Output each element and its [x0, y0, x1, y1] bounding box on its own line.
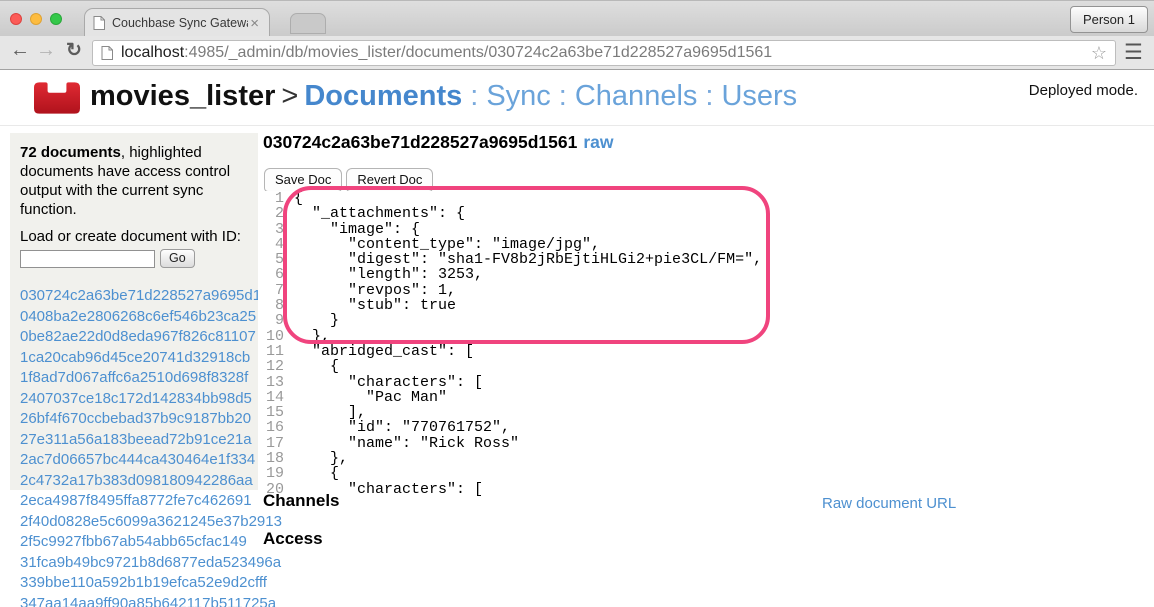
documents-summary: 72 documents, highlighted documents have…: [20, 143, 248, 219]
nav-separator: :: [551, 80, 575, 112]
browser-window: Couchbase Sync Gateway × Person 1 ← → ↻ …: [0, 0, 1154, 607]
forward-icon: →: [34, 39, 58, 62]
profile-button[interactable]: Person 1: [1070, 6, 1148, 33]
document-link[interactable]: 2f5c9927fbb67ab54abb65cfac149: [20, 532, 258, 553]
menu-icon[interactable]: ☰: [1124, 40, 1143, 65]
browser-tab[interactable]: Couchbase Sync Gateway ×: [84, 8, 270, 37]
tab-close-icon[interactable]: ×: [248, 16, 261, 31]
document-link[interactable]: 1ca20cab96d45ce20741d32918cb: [20, 348, 258, 369]
tab-documents[interactable]: Documents: [304, 80, 462, 112]
access-heading: Access: [263, 529, 323, 549]
document-link[interactable]: 31fca9b49bc9721b8d6877eda523496a: [20, 553, 258, 574]
tab-title: Couchbase Sync Gateway: [112, 16, 248, 30]
tab-channels[interactable]: Channels: [575, 80, 698, 112]
raw-link[interactable]: raw: [583, 132, 613, 152]
go-button[interactable]: Go: [160, 249, 195, 268]
document-link[interactable]: 27e311a56a183beead72b91ce21a: [20, 430, 258, 451]
deploy-mode-label: Deployed mode.: [1029, 82, 1138, 99]
sidebar: 72 documents, highlighted documents have…: [10, 133, 258, 490]
channels-heading: Channels: [263, 491, 340, 511]
document-link[interactable]: 1f8ad7d067affc6a2510d698f8328f: [20, 368, 258, 389]
page-title: 030724c2a63be71d228527a9695d1561 raw: [263, 132, 613, 153]
revert-doc-button[interactable]: Revert Doc: [346, 168, 433, 192]
app-header: movies_lister>Documents:Sync:Channels:Us…: [0, 71, 1154, 126]
document-list: 030724c2a63be71d228527a9695d15610408ba2e…: [20, 286, 258, 607]
document-link[interactable]: 0be82ae22d0d8eda967f826c81107: [20, 327, 258, 348]
back-icon[interactable]: ←: [8, 39, 32, 62]
document-link[interactable]: 030724c2a63be71d228527a9695d1561: [20, 286, 258, 307]
bookmark-star-icon[interactable]: ☆: [1091, 43, 1107, 64]
page-icon: [101, 46, 113, 60]
load-doc-label: Load or create document with ID:: [20, 228, 258, 245]
browser-toolbar: ← → ↻ localhost:4985/_admin/db/movies_li…: [0, 36, 1154, 70]
document-link[interactable]: 2eca4987f8495ffa8772fe7c462691: [20, 491, 258, 512]
document-link[interactable]: 2407037ce18c172d142834bb98d5: [20, 389, 258, 410]
document-link[interactable]: 26bf4f670ccbebad37b9c9187bb20: [20, 409, 258, 430]
breadcrumb-separator: >: [275, 80, 304, 112]
line-numbers: 1 2 3 4 5 6 7 8 9 10 11 12 13 14 15 16 1…: [258, 191, 284, 498]
nav-separator: :: [697, 80, 721, 112]
database-name: movies_lister: [90, 80, 275, 112]
code-content[interactable]: { "_attachments": { "image": { "content_…: [294, 191, 762, 498]
tab-sync[interactable]: Sync: [486, 80, 550, 112]
save-doc-button[interactable]: Save Doc: [264, 168, 342, 192]
new-tab-button[interactable]: [290, 13, 326, 34]
window-controls: [10, 13, 62, 25]
tab-users[interactable]: Users: [721, 80, 797, 112]
raw-document-url-link[interactable]: Raw document URL: [822, 495, 956, 512]
couchbase-logo-icon: [34, 82, 80, 114]
reload-icon[interactable]: ↻: [62, 39, 86, 62]
browser-titlebar: Couchbase Sync Gateway × Person 1: [0, 0, 1154, 36]
address-bar[interactable]: localhost:4985/_admin/db/movies_lister/d…: [92, 40, 1116, 66]
window-close-button[interactable]: [10, 13, 22, 25]
document-link[interactable]: 339bbe110a592b1b19efca52e9d2cfff: [20, 573, 258, 594]
nav-separator: :: [462, 80, 486, 112]
document-link[interactable]: 0408ba2e2806268c6ef546b23ca25: [20, 307, 258, 328]
doc-actions: Save Doc Revert Doc: [264, 168, 433, 192]
document-link[interactable]: 347aa14aa9ff90a85b642117b511725a: [20, 594, 258, 607]
document-link[interactable]: 2f40d0828e5c6099a3621245e37b2913: [20, 512, 258, 533]
url-text: localhost:4985/_admin/db/movies_lister/d…: [121, 44, 1085, 62]
window-minimize-button[interactable]: [30, 13, 42, 25]
document-link[interactable]: 2ac7d06657bc444ca430464e1f334: [20, 450, 258, 471]
breadcrumb: movies_lister>Documents:Sync:Channels:Us…: [90, 80, 797, 113]
page-icon: [93, 16, 105, 30]
window-zoom-button[interactable]: [50, 13, 62, 25]
doc-id-input[interactable]: [20, 250, 155, 268]
document-id: 030724c2a63be71d228527a9695d1561: [263, 132, 577, 152]
document-link[interactable]: 2c4732a17b383d098180942286aa: [20, 471, 258, 492]
documents-count: 72 documents: [20, 144, 121, 161]
json-editor[interactable]: 1 2 3 4 5 6 7 8 9 10 11 12 13 14 15 16 1…: [258, 191, 1154, 498]
